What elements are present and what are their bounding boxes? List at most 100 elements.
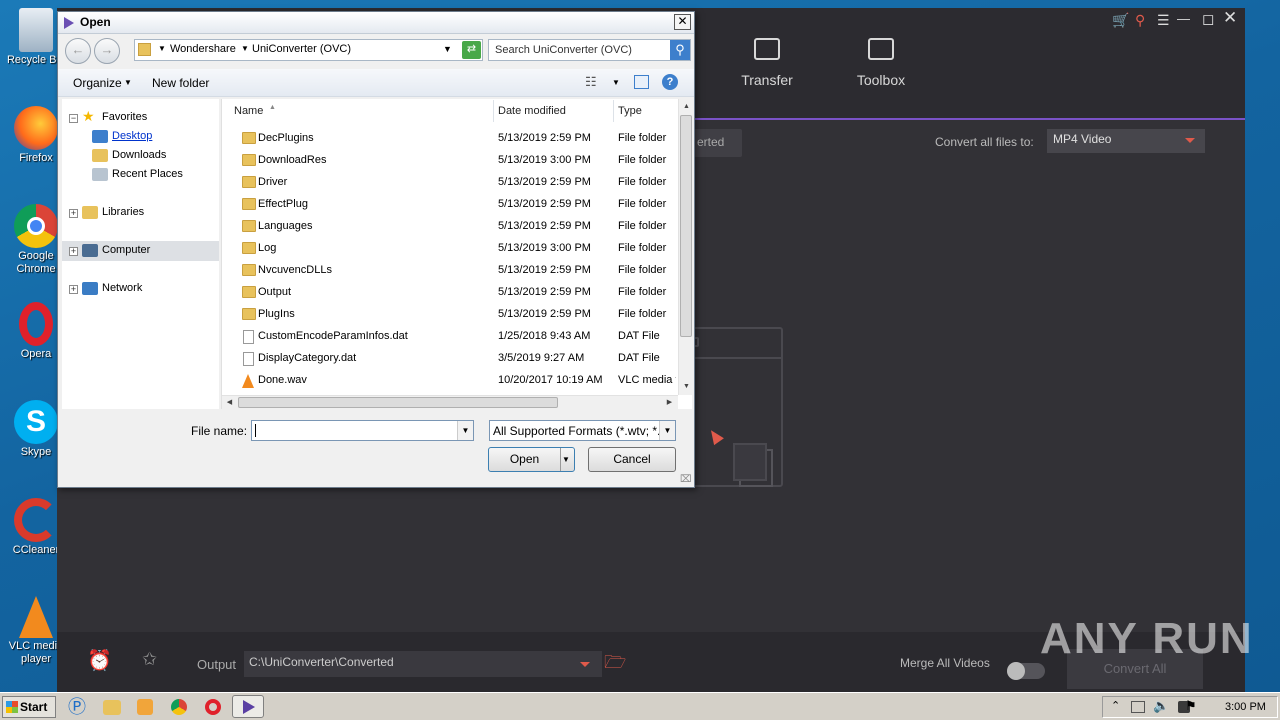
alarm-clock-icon[interactable]: ⏰ xyxy=(87,648,112,673)
file-type-filter[interactable]: All Supported Formats (*.wtv; *. ▼ xyxy=(489,420,676,441)
start-label: Start xyxy=(20,700,48,714)
output-path-field[interactable]: C:\UniConverter\Converted xyxy=(244,651,602,677)
file-type-cell: File folder xyxy=(618,198,667,210)
breadcrumb-item[interactable]: Wondershare xyxy=(170,43,236,55)
folder-icon xyxy=(242,220,256,232)
tree-libraries[interactable]: Libraries xyxy=(102,206,144,218)
file-date-cell: 5/13/2019 3:00 PM xyxy=(498,242,591,254)
address-bar[interactable]: ▼ Wondershare ▼ UniConverter (OVC) ▼ ⇄ xyxy=(134,39,483,61)
expand-icon[interactable]: + xyxy=(69,285,78,294)
maximize-icon[interactable]: ◻ xyxy=(1202,10,1214,28)
file-row[interactable]: DownloadRes 5/13/2019 3:00 PM File folder xyxy=(222,150,677,172)
nav-transfer[interactable]: Transfer xyxy=(722,38,812,88)
file-row[interactable]: Log 5/13/2019 3:00 PM File folder xyxy=(222,238,677,260)
help-icon[interactable]: ? xyxy=(662,74,678,90)
horizontal-scrollbar[interactable]: ◀ ▶ xyxy=(222,395,678,409)
output-path-value: C:\UniConverter\Converted xyxy=(249,655,394,669)
file-row[interactable]: CustomEncodeParamInfos.dat 1/25/2018 9:43… xyxy=(222,326,677,348)
tree-recent-places[interactable]: Recent Places xyxy=(112,168,183,180)
chrome-icon[interactable] xyxy=(171,699,187,715)
file-row[interactable]: DisplayCategory.dat 3/5/2019 9:27 AM DAT F… xyxy=(222,348,677,370)
tree-favorites[interactable]: Favorites xyxy=(102,111,147,123)
chevron-down-icon[interactable]: ▼ xyxy=(659,421,675,440)
close-icon[interactable]: ✕ xyxy=(1223,8,1237,28)
skype-icon: S xyxy=(14,400,58,444)
folder-open-icon[interactable]: 🗁 xyxy=(604,650,626,680)
file-row[interactable]: Output 5/13/2019 2:59 PM File folder xyxy=(222,282,677,304)
scroll-down-icon[interactable]: ▼ xyxy=(680,380,693,393)
folder-icon xyxy=(242,154,256,166)
chevron-down-icon[interactable]: ▼ xyxy=(443,44,452,54)
folder-icon xyxy=(242,132,256,144)
open-button[interactable]: Open ▼ xyxy=(488,447,575,472)
clock[interactable]: 3:00 PM xyxy=(1225,701,1266,713)
output-format-select[interactable]: MP4 Video xyxy=(1047,129,1205,153)
menu-icon[interactable]: ☰ xyxy=(1157,12,1170,29)
collapse-icon[interactable]: − xyxy=(69,114,78,123)
file-name-input[interactable]: ▼ xyxy=(251,420,474,441)
view-options-icon[interactable]: ☷ xyxy=(585,74,597,90)
tree-desktop[interactable]: Desktop xyxy=(112,130,152,142)
scroll-left-icon[interactable]: ◀ xyxy=(223,396,236,409)
column-header-type[interactable]: Type xyxy=(614,100,678,122)
cancel-button[interactable]: Cancel xyxy=(588,447,676,472)
flag-icon[interactable]: ⚑ xyxy=(1185,698,1197,714)
tree-network[interactable]: Network xyxy=(102,282,142,294)
refresh-icon[interactable]: ⇄ xyxy=(462,41,481,59)
uniconverter-taskbar-button[interactable] xyxy=(232,695,264,718)
column-header-name[interactable]: Name ▲ xyxy=(222,100,494,122)
merge-toggle[interactable] xyxy=(1007,662,1045,680)
preview-pane-icon[interactable] xyxy=(634,75,649,89)
organize-button[interactable]: Organize xyxy=(73,76,122,90)
expand-icon[interactable]: + xyxy=(69,247,78,256)
forward-button[interactable]: → xyxy=(94,38,120,64)
tree-computer[interactable]: Computer xyxy=(102,244,150,256)
key-icon[interactable]: ⚲ xyxy=(1135,12,1145,29)
back-button[interactable]: ← xyxy=(65,38,91,64)
breadcrumb-item[interactable]: UniConverter (OVC) xyxy=(252,43,351,55)
app-logo-icon xyxy=(243,700,255,714)
new-folder-button[interactable]: New folder xyxy=(152,76,209,90)
internet-explorer-icon[interactable]: Ⓟ xyxy=(68,697,90,717)
file-row[interactable]: Done.wav 10/20/2017 10:19 AM VLC media fil… xyxy=(222,370,677,392)
sort-up-icon: ▲ xyxy=(269,104,276,111)
star-icon: ★ xyxy=(82,108,95,124)
file-row[interactable]: Languages 5/13/2019 2:59 PM File folder xyxy=(222,216,677,238)
vertical-scrollbar[interactable]: ▲ ▼ xyxy=(678,99,693,395)
file-list: Name ▲ Date modified Type DecPlugins 5/13… xyxy=(221,99,693,409)
network-tray-icon[interactable] xyxy=(1131,701,1145,713)
file-row[interactable]: DecPlugins 5/13/2019 2:59 PM File folder xyxy=(222,128,677,150)
chevron-down-icon[interactable]: ▼ xyxy=(612,78,620,87)
chevron-down-icon[interactable]: ▼ xyxy=(457,421,473,440)
scroll-thumb[interactable] xyxy=(680,115,692,337)
show-hidden-icons-icon[interactable]: ⌃ xyxy=(1111,699,1120,712)
column-header-date[interactable]: Date modified xyxy=(494,100,614,122)
nav-toolbox[interactable]: Toolbox xyxy=(836,38,926,88)
search-icon[interactable]: ⚲ xyxy=(670,40,690,60)
file-type-cell: File folder xyxy=(618,220,667,232)
resize-grip-icon[interactable]: ⌧ xyxy=(680,474,692,485)
minimize-icon[interactable]: — xyxy=(1177,11,1190,26)
start-button[interactable]: Start xyxy=(2,696,56,718)
scroll-right-icon[interactable]: ▶ xyxy=(663,396,676,409)
file-row[interactable]: PlugIns 5/13/2019 2:59 PM File folder xyxy=(222,304,677,326)
search-box[interactable]: Search UniConverter (OVC) ⚲ xyxy=(488,39,691,61)
dialog-close-button[interactable]: ✕ xyxy=(674,14,691,30)
expand-icon[interactable]: + xyxy=(69,209,78,218)
search-input[interactable]: Search UniConverter (OVC) xyxy=(495,44,632,56)
tree-downloads[interactable]: Downloads xyxy=(112,149,166,161)
file-icon xyxy=(243,330,254,344)
scroll-thumb[interactable] xyxy=(238,397,558,408)
file-row[interactable]: EffectPlug 5/13/2019 2:59 PM File folder xyxy=(222,194,677,216)
lightning-icon[interactable]: ✩ xyxy=(142,649,157,670)
scroll-up-icon[interactable]: ▲ xyxy=(680,100,693,113)
volume-icon[interactable]: 🔈 xyxy=(1153,698,1169,714)
media-player-icon[interactable] xyxy=(137,699,153,715)
chevron-down-icon[interactable]: ▼ xyxy=(562,448,570,471)
chevron-down-icon: ▼ xyxy=(124,78,132,87)
cart-icon[interactable]: 🛒 xyxy=(1112,12,1129,29)
opera-icon[interactable] xyxy=(205,699,221,715)
explorer-icon[interactable] xyxy=(103,700,121,715)
file-row[interactable]: NvcuvencDLLs 5/13/2019 2:59 PM File folder xyxy=(222,260,677,282)
file-row[interactable]: Driver 5/13/2019 2:59 PM File folder xyxy=(222,172,677,194)
